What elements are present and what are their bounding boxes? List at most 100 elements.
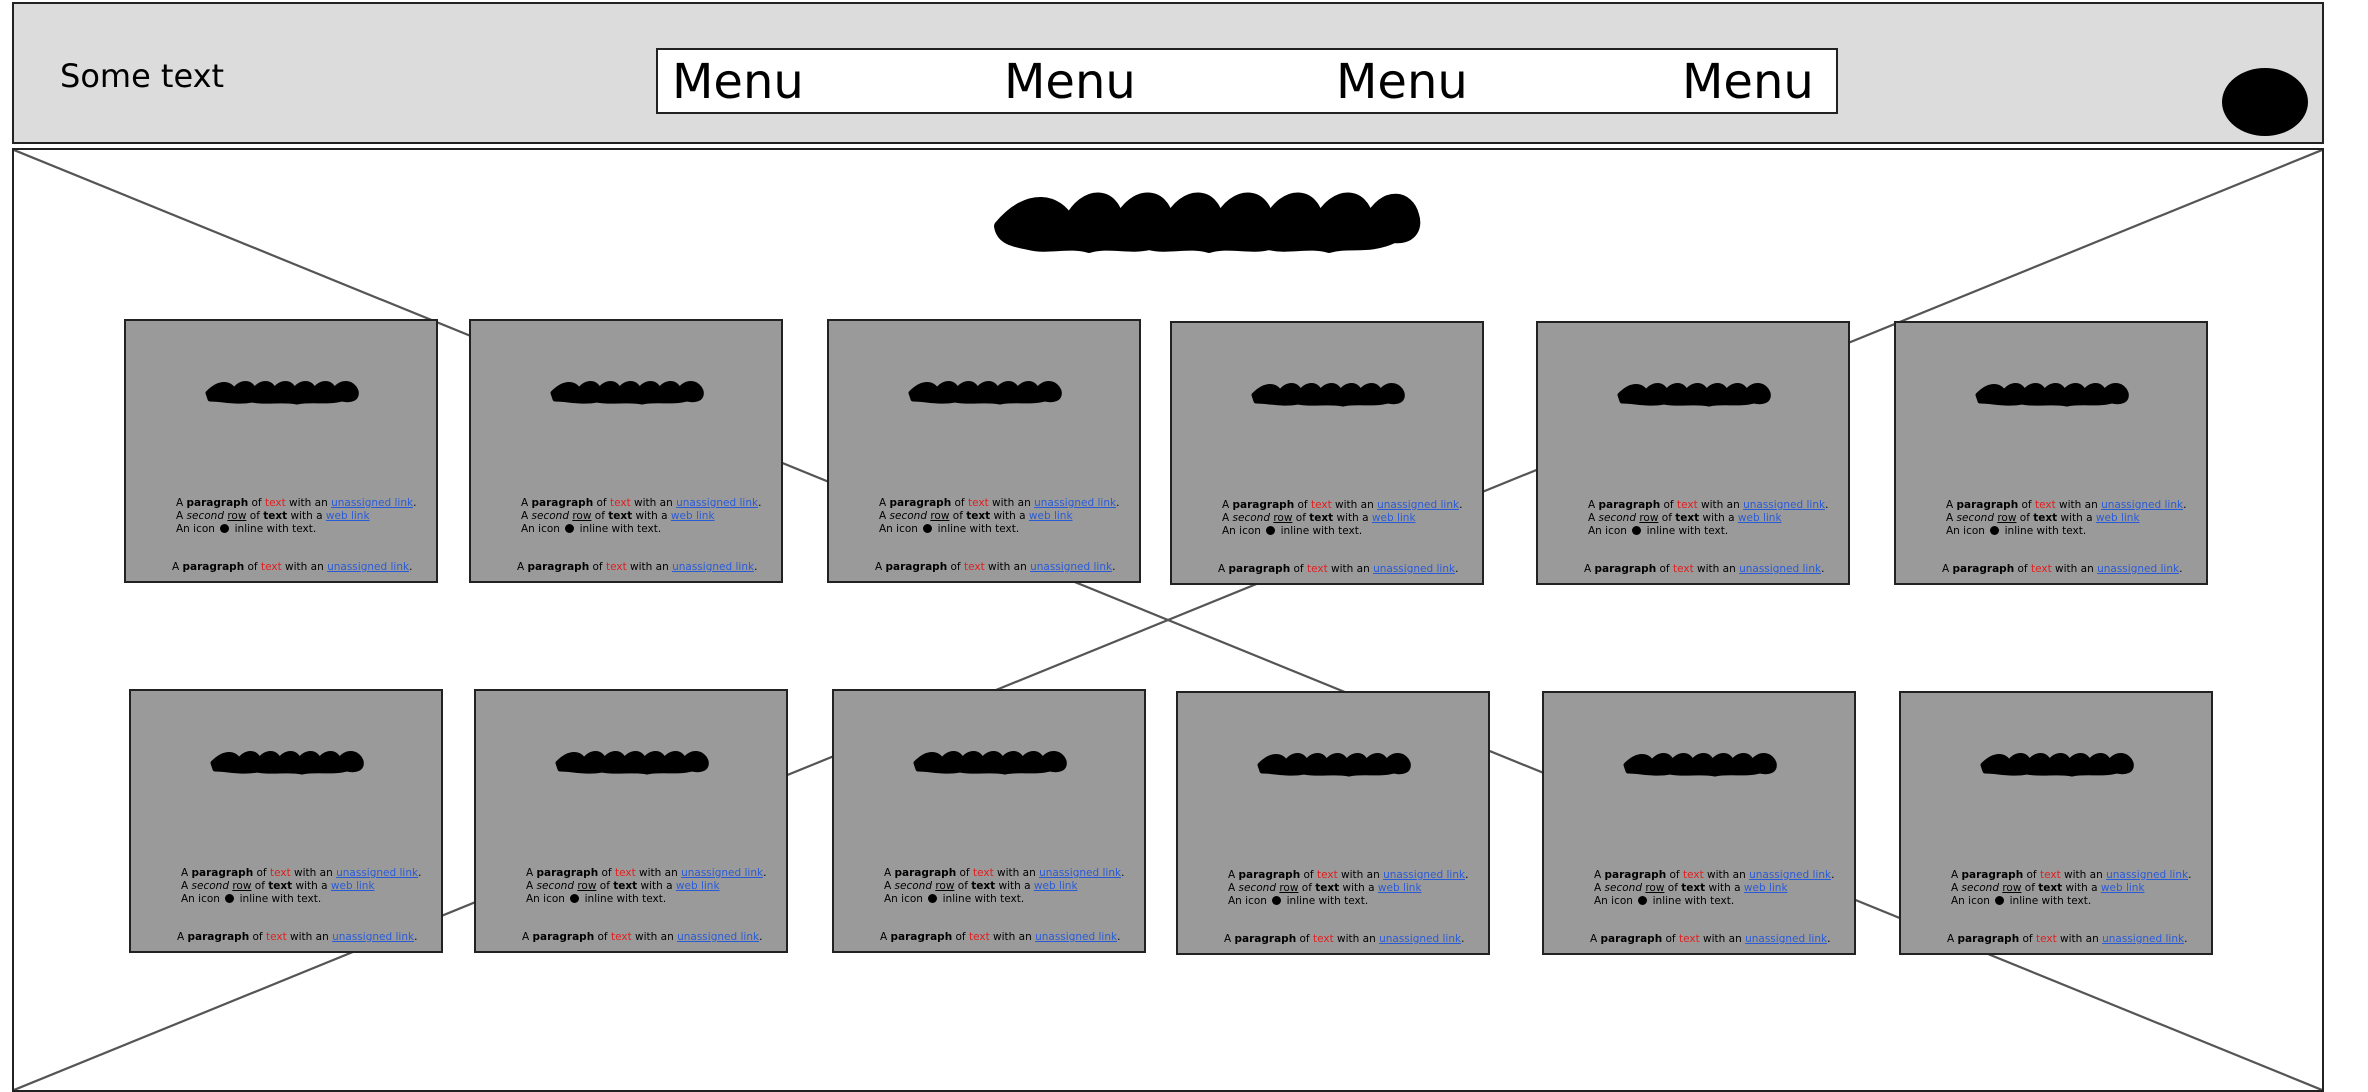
unassigned-link[interactable]: unassigned link [331,497,413,509]
unassigned-link[interactable]: unassigned link [1373,563,1455,575]
web-link[interactable]: web link [331,880,375,892]
unassigned-link[interactable]: unassigned link [1749,869,1831,881]
web-link[interactable]: web link [1738,512,1782,524]
card-footer-paragraph: A paragraph of text with an unassigned l… [177,931,418,943]
unassigned-link[interactable]: unassigned link [336,867,418,879]
card-paragraph: A paragraph of text with an unassigned l… [884,867,1134,906]
circle-icon [570,894,580,903]
unassigned-link[interactable]: unassigned link [1383,869,1465,881]
scribble-title-icon [994,192,1421,253]
card-line-3: An icon inline with text. [884,893,1025,905]
menu-item-4[interactable]: Menu [1682,54,1814,110]
content-card-1: A paragraph of text with an unassigned l… [124,319,438,583]
unassigned-link[interactable]: unassigned link [1034,497,1116,509]
unassigned-link[interactable]: unassigned link [2106,869,2188,881]
main-content-placeholder: A paragraph of text with an unassigned l… [12,148,2324,1092]
scribble-title-icon [205,381,359,405]
card-line-1: A paragraph of text with an unassigned l… [1222,499,1463,511]
card-line-1: A paragraph of text with an unassigned l… [181,867,422,879]
card-line-3: An icon inline with text. [1951,895,2092,907]
card-paragraph: A paragraph of text with an unassigned l… [879,497,1129,536]
card-line-2: A second row of text with a web link [526,880,720,892]
web-link[interactable]: web link [2096,512,2140,524]
card-footer-paragraph: A paragraph of text with an unassigned l… [1947,933,2188,945]
card-footer-paragraph: A paragraph of text with an unassigned l… [1224,933,1465,945]
unassigned-link[interactable]: unassigned link [677,931,759,943]
web-link[interactable]: web link [326,510,370,522]
card-footer-paragraph: A paragraph of text with an unassigned l… [172,561,413,573]
menu-item-2[interactable]: Menu [1004,54,1136,110]
unassigned-link[interactable]: unassigned link [1035,931,1117,943]
web-link[interactable]: web link [1372,512,1416,524]
scribble-title-icon [555,751,709,775]
card-line-3: An icon inline with text. [1946,525,2087,537]
scribble-title-icon [1623,753,1777,777]
card-line-2: A second row of text with a web link [1228,882,1422,894]
card-line-2: A second row of text with a web link [1946,512,2140,524]
card-line-3: An icon inline with text. [879,523,1020,535]
web-link[interactable]: web link [1378,882,1422,894]
web-link[interactable]: web link [1034,880,1078,892]
unassigned-link[interactable]: unassigned link [2102,933,2184,945]
unassigned-link[interactable]: unassigned link [1039,867,1121,879]
unassigned-link[interactable]: unassigned link [332,931,414,943]
content-card-5: A paragraph of text with an unassigned l… [1536,321,1850,585]
card-line-1: A paragraph of text with an unassigned l… [1946,499,2187,511]
web-link[interactable]: web link [671,510,715,522]
content-card-7: A paragraph of text with an unassigned l… [129,689,443,953]
unassigned-link[interactable]: unassigned link [2097,563,2179,575]
card-line-1: A paragraph of text with an unassigned l… [879,497,1120,509]
unassigned-link[interactable]: unassigned link [2101,499,2183,511]
card-footer-paragraph: A paragraph of text with an unassigned l… [1584,563,1825,575]
content-card-10: A paragraph of text with an unassigned l… [1176,691,1490,955]
unassigned-link[interactable]: unassigned link [1379,933,1461,945]
card-line-3: An icon inline with text. [1222,525,1363,537]
circle-icon [1638,896,1648,905]
card-line-1: A paragraph of text with an unassigned l… [1594,869,1835,881]
unassigned-link[interactable]: unassigned link [1745,933,1827,945]
card-line-3: An icon inline with text. [1588,525,1729,537]
card-line-1: A paragraph of text with an unassigned l… [1228,869,1469,881]
card-line-3: An icon inline with text. [526,893,667,905]
header-bar: Some text Menu Menu Menu Menu [12,2,2324,144]
circle-icon [1990,526,2000,535]
unassigned-link[interactable]: unassigned link [1030,561,1112,573]
web-link[interactable]: web link [676,880,720,892]
web-link[interactable]: web link [2101,882,2145,894]
unassigned-link[interactable]: unassigned link [1739,563,1821,575]
card-line-3: An icon inline with text. [1228,895,1369,907]
circle-icon [1272,896,1282,905]
card-line-2: A second row of text with a web link [176,510,370,522]
card-line-3: An icon inline with text. [181,893,322,905]
unassigned-link[interactable]: unassigned link [676,497,758,509]
circle-icon [1995,896,2005,905]
card-line-2: A second row of text with a web link [181,880,375,892]
scribble-title-icon [1257,753,1411,777]
web-link[interactable]: web link [1744,882,1788,894]
card-line-2: A second row of text with a web link [884,880,1078,892]
card-line-2: A second row of text with a web link [1588,512,1782,524]
content-card-4: A paragraph of text with an unassigned l… [1170,321,1484,585]
content-card-2: A paragraph of text with an unassigned l… [469,319,783,583]
unassigned-link[interactable]: unassigned link [672,561,754,573]
circle-icon [220,524,230,533]
content-card-12: A paragraph of text with an unassigned l… [1899,691,2213,955]
content-card-11: A paragraph of text with an unassigned l… [1542,691,1856,955]
card-paragraph: A paragraph of text with an unassigned l… [1588,499,1838,538]
avatar[interactable] [2222,68,2308,136]
content-card-9: A paragraph of text with an unassigned l… [832,689,1146,953]
unassigned-link[interactable]: unassigned link [681,867,763,879]
card-footer-paragraph: A paragraph of text with an unassigned l… [875,561,1116,573]
card-footer-paragraph: A paragraph of text with an unassigned l… [517,561,758,573]
unassigned-link[interactable]: unassigned link [1743,499,1825,511]
unassigned-link[interactable]: unassigned link [327,561,409,573]
circle-icon [1266,526,1276,535]
unassigned-link[interactable]: unassigned link [1377,499,1459,511]
menu-item-1[interactable]: Menu [672,54,804,110]
card-footer-paragraph: A paragraph of text with an unassigned l… [1590,933,1831,945]
web-link[interactable]: web link [1029,510,1073,522]
menu-item-3[interactable]: Menu [1336,54,1468,110]
card-paragraph: A paragraph of text with an unassigned l… [1222,499,1472,538]
card-line-3: An icon inline with text. [1594,895,1735,907]
card-footer-paragraph: A paragraph of text with an unassigned l… [522,931,763,943]
